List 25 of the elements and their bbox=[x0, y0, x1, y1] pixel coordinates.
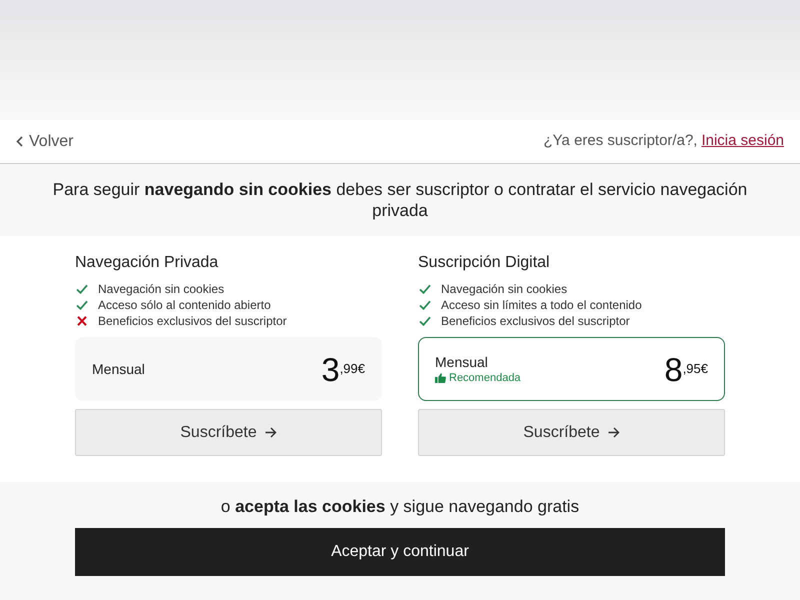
feature-text: Acceso sin límites a todo el contenido bbox=[441, 297, 642, 313]
feature-text: Beneficios exclusivos del suscriptor bbox=[441, 313, 630, 329]
login-prompt: ¿Ya eres suscriptor/a?, bbox=[544, 131, 698, 152]
feature-text: Navegación sin cookies bbox=[441, 281, 568, 297]
subscribe-button[interactable]: Suscríbete bbox=[418, 409, 725, 456]
cookie-text: o acepta las cookies y sigue navegando gratis bbox=[220, 496, 580, 518]
back-link[interactable]: Volver bbox=[16, 130, 74, 154]
arrow-right-icon bbox=[608, 427, 620, 438]
recommended-label: Recomendada bbox=[435, 371, 521, 385]
plan-title: Navegación Privada bbox=[75, 253, 220, 273]
plan-title: Suscripción Digital bbox=[418, 253, 551, 273]
arrow-right-icon bbox=[264, 427, 277, 438]
thumbs-up-icon bbox=[435, 373, 446, 383]
subscribe-button[interactable]: Suscríbete bbox=[75, 409, 382, 456]
headline-text: Para seguir navegando sin cookies debes ser suscriptor o contratar el servicio navegación privada bbox=[52, 179, 748, 221]
price-text: 3$^{,99€}$ bbox=[321, 352, 365, 386]
period-label: Mensual bbox=[92, 360, 145, 378]
login-link[interactable]: Inicia sesión bbox=[701, 130, 784, 153]
feature-text: Navegación sin cookies bbox=[98, 281, 224, 297]
price-text: 8$^{,95€}$ bbox=[664, 352, 708, 386]
feature-text: Beneficios exclusivos del suscriptor bbox=[98, 313, 287, 329]
chevron-left-icon bbox=[16, 136, 23, 147]
period-label: Mensual bbox=[435, 353, 489, 371]
feature-text: Acceso sólo al contenido abierto bbox=[98, 297, 271, 313]
accept-button[interactable]: Aceptar y continuar bbox=[75, 528, 725, 576]
